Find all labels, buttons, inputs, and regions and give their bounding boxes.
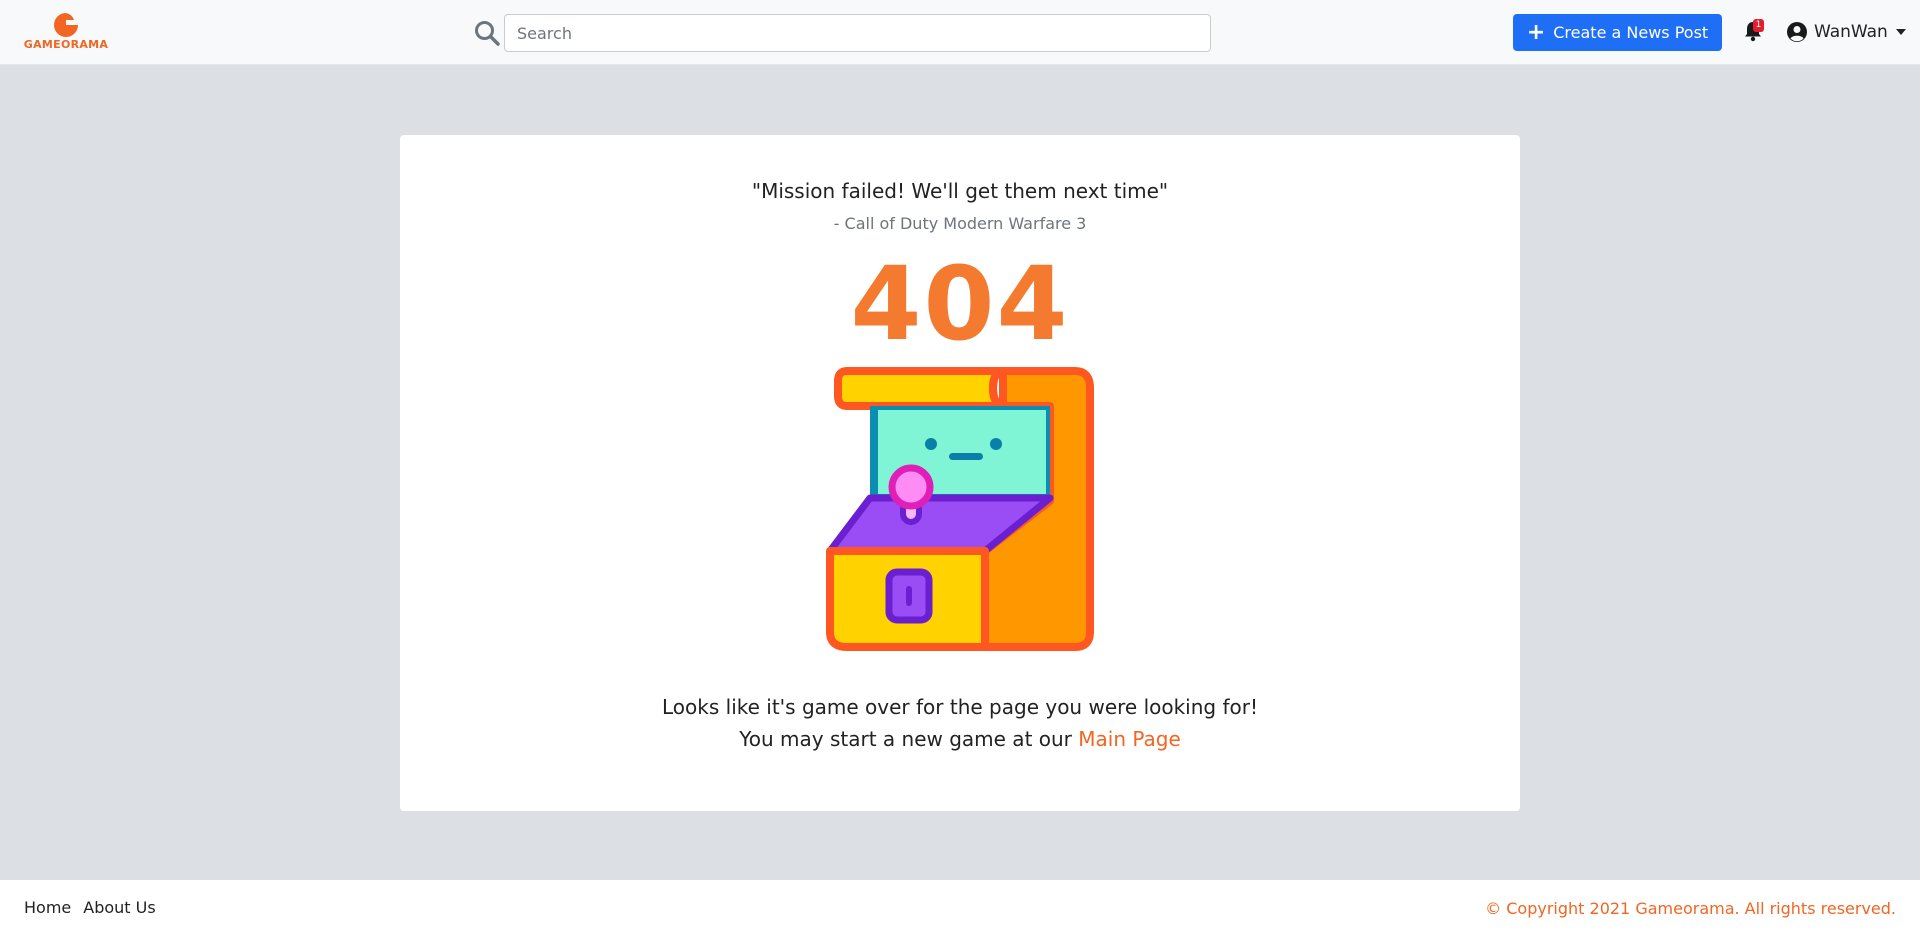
- footer-links: Home About Us: [24, 898, 156, 917]
- footer: Home About Us © Copyright 2021 Gameorama…: [0, 880, 1920, 937]
- notification-badge: 1: [1753, 19, 1764, 32]
- create-news-post-label: Create a News Post: [1553, 23, 1709, 42]
- error-message-line1: Looks like it's game over for the page y…: [662, 695, 1258, 719]
- top-navbar: GAMEORAMA + Create a News Post 1 WanWan: [0, 0, 1920, 65]
- user-menu-dropdown[interactable]: WanWan: [1786, 18, 1906, 46]
- error-code: 404: [850, 245, 1070, 364]
- copyright-text: © Copyright 2021 Gameorama. All rights r…: [1485, 899, 1896, 918]
- user-circle-icon: [1787, 22, 1807, 42]
- plus-icon: +: [1526, 19, 1546, 45]
- search-icon[interactable]: [474, 20, 500, 46]
- error-quote: "Mission failed! We'll get them next tim…: [751, 179, 1169, 203]
- caret-down-icon: [1895, 29, 1906, 35]
- error-message-line2: You may start a new game at our Main Pag…: [400, 727, 1520, 751]
- logo-wordmark: GAMEORAMA: [23, 38, 109, 51]
- create-news-post-button[interactable]: + Create a News Post: [1513, 14, 1722, 51]
- footer-link-home[interactable]: Home: [24, 898, 71, 917]
- gameorama-logo[interactable]: GAMEORAMA: [20, 12, 112, 54]
- main-page-link[interactable]: Main Page: [1078, 727, 1181, 751]
- footer-link-about-us[interactable]: About Us: [83, 898, 155, 917]
- logo-mark-icon: [54, 13, 78, 37]
- quote-source: - Call of Duty Modern Warfare 3: [833, 214, 1087, 233]
- error-message-line2-text: You may start a new game at our: [739, 727, 1079, 751]
- username-label: WanWan: [1814, 22, 1888, 42]
- arcade-machine-illustration: [826, 367, 1094, 651]
- search-input[interactable]: [504, 14, 1211, 52]
- error-card: "Mission failed! We'll get them next tim…: [400, 135, 1520, 811]
